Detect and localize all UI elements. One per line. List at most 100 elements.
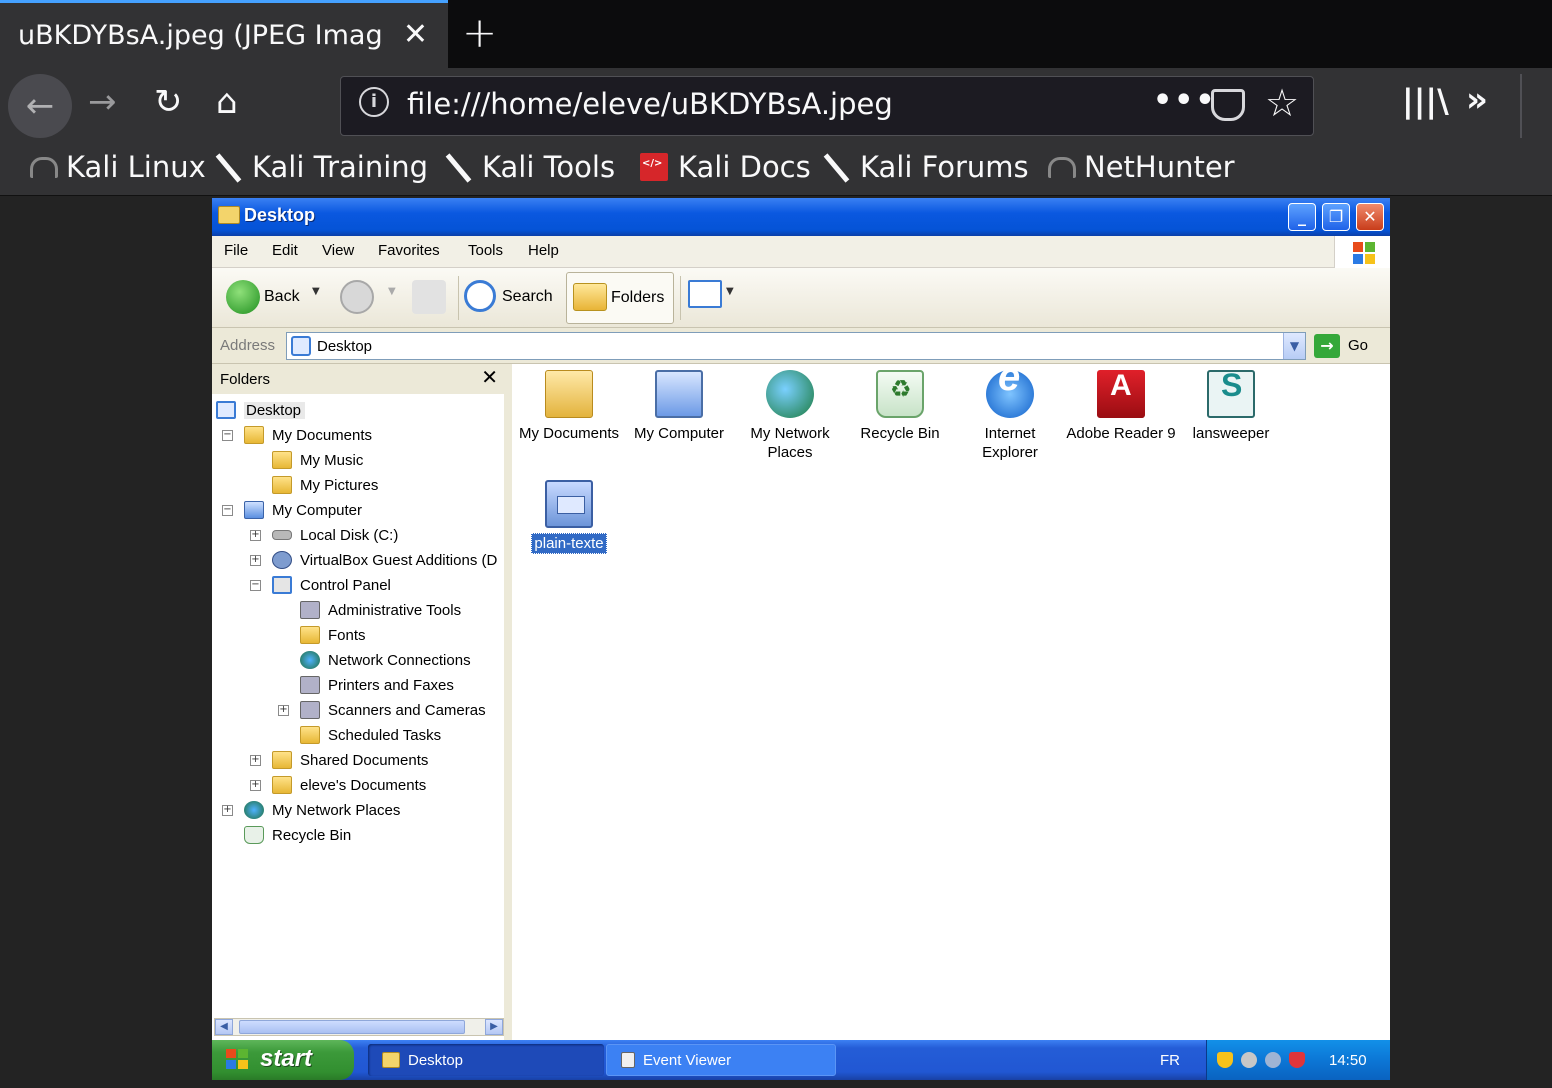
chevron-down-icon[interactable]: ▼ bbox=[312, 286, 320, 297]
desktop-icon-adobe-reader[interactable]: Adobe Reader 9 bbox=[1066, 370, 1176, 443]
address-value[interactable]: Desktop bbox=[317, 338, 372, 355]
info-icon[interactable]: i bbox=[359, 87, 389, 117]
url-text[interactable]: file:///home/eleve/uBKDYBsA.jpeg bbox=[407, 87, 893, 121]
bookmark-nethunter[interactable]: NetHunter bbox=[1046, 150, 1235, 184]
desktop-icon-my-documents[interactable]: My Documents bbox=[514, 370, 624, 443]
tray-icon[interactable] bbox=[1265, 1052, 1281, 1068]
network-tray-icon[interactable] bbox=[1241, 1052, 1257, 1068]
alert-shield-icon[interactable] bbox=[1289, 1052, 1305, 1068]
back-arrow-icon[interactable] bbox=[226, 280, 260, 314]
expand-icon[interactable]: + bbox=[278, 705, 289, 716]
overflow-chevron-icon[interactable]: » bbox=[1466, 80, 1488, 120]
desktop-icon-internet-explorer[interactable]: Internet Explorer bbox=[955, 368, 1065, 462]
tree-item-shared-documents[interactable]: Shared Documents bbox=[272, 748, 428, 772]
close-icon[interactable]: ✕ bbox=[1356, 203, 1384, 231]
new-tab-icon[interactable]: + bbox=[462, 8, 497, 57]
menu-file[interactable]: File bbox=[224, 242, 248, 259]
menu-view[interactable]: View bbox=[322, 242, 354, 259]
xp-taskbar: start Desktop Event Viewer FR 14:50 bbox=[212, 1040, 1390, 1080]
tree-item-my-documents[interactable]: My Documents bbox=[244, 423, 372, 447]
collapse-icon[interactable]: − bbox=[222, 430, 233, 441]
back-label[interactable]: Back bbox=[264, 288, 300, 306]
tree-item-recycle-bin[interactable]: Recycle Bin bbox=[244, 823, 351, 847]
address-input[interactable]: Desktop ▼ bbox=[286, 332, 1306, 360]
bookmark-kali-linux[interactable]: Kali Linux bbox=[28, 150, 206, 184]
kali-slash-icon bbox=[214, 153, 242, 181]
menu-edit[interactable]: Edit bbox=[272, 242, 298, 259]
language-indicator[interactable]: FR bbox=[1160, 1052, 1180, 1069]
tree-item-virtualbox[interactable]: VirtualBox Guest Additions (D bbox=[272, 548, 497, 572]
desktop-icon-recycle-bin[interactable]: Recycle Bin bbox=[845, 370, 955, 443]
bookmark-kali-forums[interactable]: Kali Forums bbox=[822, 150, 1029, 184]
menu-help[interactable]: Help bbox=[528, 242, 559, 259]
bookmark-kali-tools[interactable]: Kali Tools bbox=[444, 150, 615, 184]
tree-item-control-panel[interactable]: Control Panel bbox=[272, 573, 391, 597]
expand-icon[interactable]: + bbox=[250, 555, 261, 566]
horizontal-scrollbar[interactable]: ◀ ▶ bbox=[214, 1018, 504, 1036]
tree-item-eleve-documents[interactable]: eleve's Documents bbox=[272, 773, 426, 797]
folder-icon bbox=[300, 626, 320, 644]
home-icon[interactable]: ⌂ bbox=[216, 82, 238, 122]
tree-item-my-pictures[interactable]: My Pictures bbox=[272, 473, 378, 497]
chevron-down-icon[interactable]: ▼ bbox=[1283, 333, 1305, 359]
security-shield-icon[interactable] bbox=[1217, 1052, 1233, 1068]
desktop-icon-plain-texte[interactable]: plain-texte bbox=[514, 480, 624, 554]
desktop-icon-lansweeper[interactable]: lansweeper bbox=[1176, 370, 1286, 443]
bookmark-star-icon[interactable]: ☆ bbox=[1265, 81, 1299, 125]
up-folder-icon[interactable] bbox=[412, 280, 446, 314]
bookmark-kali-docs[interactable]: Kali Docs bbox=[640, 150, 811, 184]
tree-item-network-connections[interactable]: Network Connections bbox=[300, 648, 471, 672]
desktop-icon-my-computer[interactable]: My Computer bbox=[624, 370, 734, 443]
start-button[interactable]: start bbox=[212, 1040, 354, 1080]
tree-item-fonts[interactable]: Fonts bbox=[300, 623, 366, 647]
tree-item-local-disk[interactable]: Local Disk (C:) bbox=[272, 523, 398, 547]
browser-tab[interactable]: uBKDYBsA.jpeg (JPEG Imag ✕ bbox=[0, 0, 448, 68]
scroll-right-icon[interactable]: ▶ bbox=[485, 1019, 503, 1035]
pocket-icon[interactable] bbox=[1211, 89, 1245, 121]
tree-item-my-network-places[interactable]: My Network Places bbox=[244, 798, 400, 822]
bookmark-kali-training[interactable]: Kali Training bbox=[214, 150, 428, 184]
tree-item-scheduled-tasks[interactable]: Scheduled Tasks bbox=[300, 723, 441, 747]
bookmark-label: Kali Tools bbox=[482, 150, 616, 184]
tree-item-desktop[interactable]: Desktop bbox=[216, 398, 306, 422]
tree-item-my-computer[interactable]: My Computer bbox=[244, 498, 362, 522]
expand-icon[interactable]: + bbox=[222, 805, 233, 816]
url-bar[interactable]: i file:///home/eleve/uBKDYBsA.jpeg ••• ☆ bbox=[340, 76, 1314, 136]
taskbar-event-viewer[interactable]: Event Viewer bbox=[606, 1044, 836, 1076]
forward-arrow-icon[interactable]: → bbox=[88, 82, 117, 122]
minimize-icon[interactable]: _ bbox=[1288, 203, 1316, 231]
back-arrow-icon[interactable]: ← bbox=[8, 74, 72, 138]
scroll-left-icon[interactable]: ◀ bbox=[215, 1019, 233, 1035]
tree-item-scanners[interactable]: Scanners and Cameras bbox=[300, 698, 486, 722]
desktop-icon-my-network-places[interactable]: My Network Places bbox=[735, 370, 845, 462]
close-icon[interactable]: ✕ bbox=[481, 365, 498, 389]
chevron-down-icon[interactable]: ▼ bbox=[388, 286, 396, 297]
expand-icon[interactable]: + bbox=[250, 530, 261, 541]
folders-button[interactable]: Folders bbox=[566, 272, 674, 324]
expand-icon[interactable]: + bbox=[250, 755, 261, 766]
go-button[interactable]: Go bbox=[1348, 337, 1368, 354]
page-actions-icon[interactable]: ••• bbox=[1153, 83, 1217, 118]
search-icon[interactable] bbox=[464, 280, 496, 312]
tab-close-icon[interactable]: ✕ bbox=[403, 17, 428, 52]
clock: 14:50 bbox=[1329, 1052, 1367, 1069]
tree-item-printers[interactable]: Printers and Faxes bbox=[300, 673, 454, 697]
forward-arrow-icon[interactable] bbox=[340, 280, 374, 314]
search-label[interactable]: Search bbox=[502, 288, 553, 306]
kali-dragon-icon bbox=[1046, 153, 1076, 181]
chevron-down-icon[interactable]: ▼ bbox=[726, 286, 734, 297]
go-arrow-icon[interactable]: → bbox=[1314, 334, 1340, 358]
taskbar-desktop[interactable]: Desktop bbox=[368, 1044, 604, 1076]
reload-icon[interactable]: ↻ bbox=[154, 82, 183, 122]
tree-item-my-music[interactable]: My Music bbox=[272, 448, 363, 472]
collapse-icon[interactable]: − bbox=[222, 505, 233, 516]
library-icon[interactable]: |||\ bbox=[1402, 82, 1449, 120]
menu-favorites[interactable]: Favorites bbox=[378, 242, 440, 259]
scrollbar-thumb[interactable] bbox=[239, 1020, 465, 1034]
views-icon[interactable] bbox=[688, 280, 722, 308]
collapse-icon[interactable]: − bbox=[250, 580, 261, 591]
expand-icon[interactable]: + bbox=[250, 780, 261, 791]
tree-item-admin-tools[interactable]: Administrative Tools bbox=[300, 598, 461, 622]
menu-tools[interactable]: Tools bbox=[468, 242, 503, 259]
restore-icon[interactable]: ❐ bbox=[1322, 203, 1350, 231]
